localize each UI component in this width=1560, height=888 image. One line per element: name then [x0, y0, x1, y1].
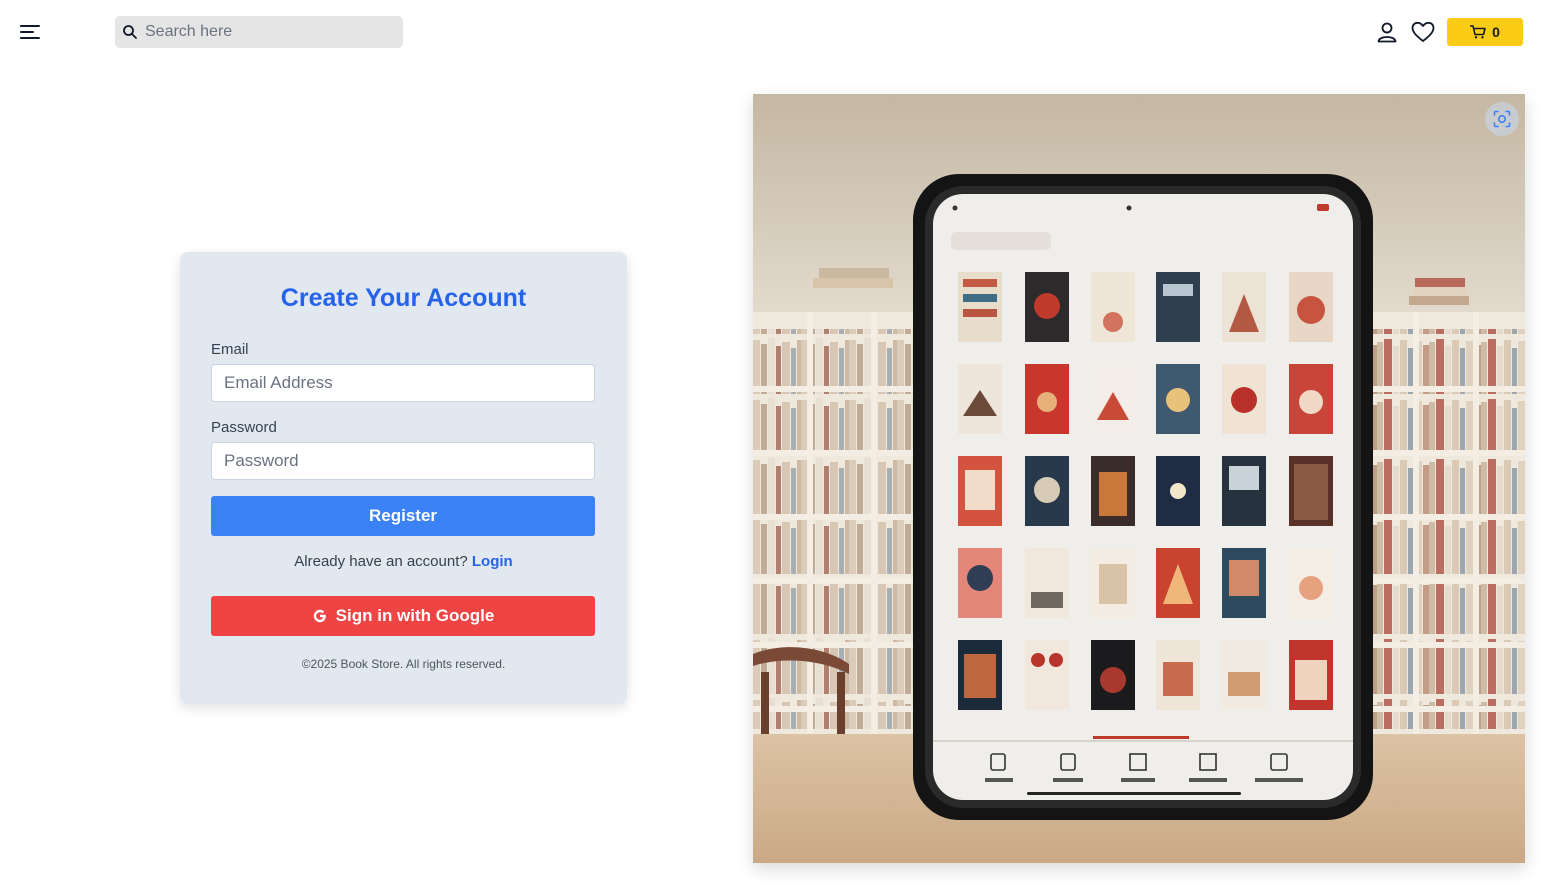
email-label: Email — [211, 341, 249, 358]
cart-button[interactable]: 0 — [1447, 18, 1523, 46]
register-button[interactable]: Register — [211, 496, 595, 536]
copyright-text: ©2025 Book Store. All rights reserved. — [301, 657, 506, 671]
search-icon[interactable] — [122, 24, 138, 40]
email-field[interactable] — [211, 364, 595, 402]
visual-search-icon — [1493, 110, 1511, 128]
heart-icon[interactable] — [1410, 20, 1436, 44]
form-title: Create Your Account — [280, 284, 527, 312]
password-label: Password — [211, 419, 277, 436]
google-signin-button[interactable]: Sign in with Google — [211, 596, 595, 636]
search-bar — [115, 16, 403, 48]
hero-image — [753, 94, 1525, 863]
top-navbar: 0 — [0, 0, 1560, 64]
menu-icon[interactable] — [20, 22, 42, 42]
search-input[interactable] — [145, 16, 395, 48]
visual-search-button[interactable] — [1485, 102, 1519, 136]
cart-count: 0 — [1492, 24, 1500, 40]
login-link[interactable]: Login — [472, 553, 513, 570]
login-prompt-line: Already have an account? Login — [180, 553, 627, 570]
register-card: Create Your Account Email Password Regis… — [180, 252, 627, 704]
google-button-label: Sign in with Google — [335, 606, 495, 625]
login-prompt: Already have an account? — [294, 553, 468, 570]
cart-icon — [1470, 25, 1486, 39]
google-icon — [313, 609, 326, 623]
user-icon[interactable] — [1375, 20, 1399, 44]
password-field[interactable] — [211, 442, 595, 480]
bookstore-illustration — [753, 94, 1525, 863]
